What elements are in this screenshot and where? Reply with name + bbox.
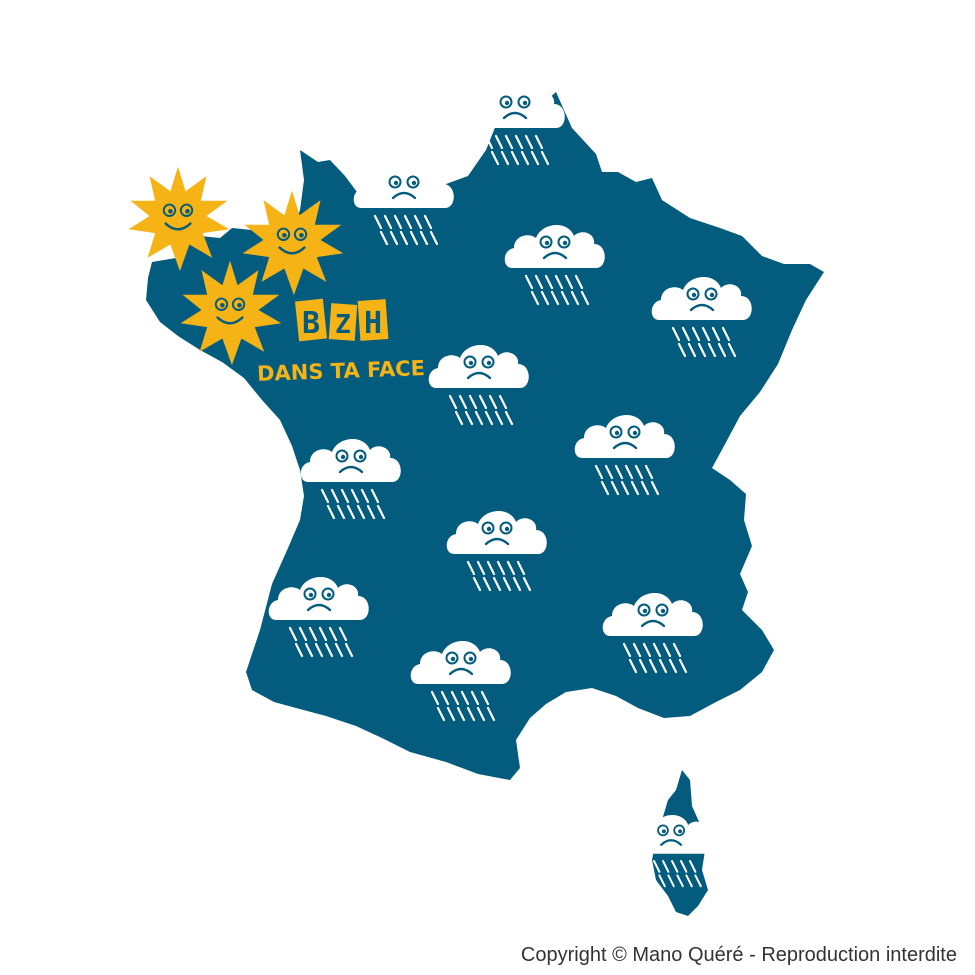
weather-map: B Z H DANS TA FACE [127, 83, 824, 916]
bzh-letter-z: Z [335, 310, 351, 340]
copyright-notice: Copyright © Mano Quéré - Reproduction in… [520, 944, 957, 966]
bzh-letter-b: B [302, 306, 320, 341]
bzh-letter-h: H [364, 306, 382, 341]
